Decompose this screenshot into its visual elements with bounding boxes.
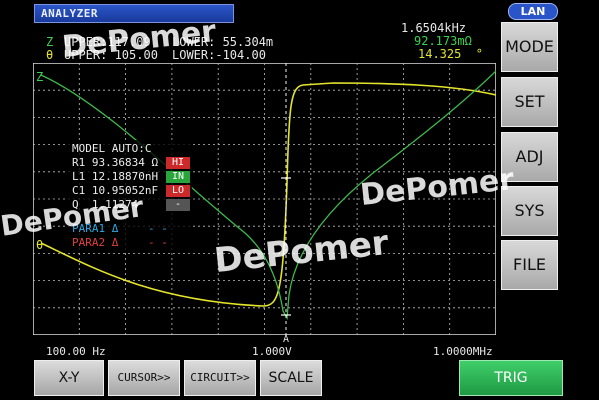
judge-badge-r1: HI (166, 157, 190, 169)
model-title: MODEL AUTO:C (72, 142, 152, 155)
judge-badge-q: - (166, 199, 190, 211)
z-lower-limit: LOWER: 55.304m (172, 35, 274, 49)
model-c1: C1 10.95052nF (72, 184, 159, 197)
adj-button[interactable]: ADJ (501, 132, 558, 182)
theta-axis-marker: θ (36, 238, 44, 252)
para2-label: PARA2 Δ (72, 236, 119, 249)
lan-indicator: LAN (508, 3, 558, 20)
judge-badge-l1: IN (166, 171, 190, 183)
z-upper-limit: UPPER:117.09 (64, 35, 151, 49)
model-r1: R1 93.36834 Ω (72, 156, 159, 169)
model-q: Q 1.11274 (72, 198, 139, 211)
file-button[interactable]: FILE (501, 240, 558, 290)
theta-lower-limit: LOWER:-104.00 (172, 48, 266, 62)
xy-button[interactable]: X-Y (34, 360, 104, 396)
cursor-marker-label: A (283, 334, 290, 345)
model-panel: MODEL AUTO:C R1 93.36834 Ω HI L1 12.1887… (68, 140, 192, 252)
cursor-button[interactable]: CURSOR>> (108, 360, 180, 396)
theta-axis-label: θ (46, 48, 54, 62)
cursor-frequency: 1.6504kHz (401, 21, 467, 35)
scale-button[interactable]: SCALE (260, 360, 322, 396)
para1-label: PARA1 Δ (72, 222, 119, 235)
theta-upper-limit: UPPER: 105.00 (64, 48, 158, 62)
x-axis-start: 100.00 Hz (46, 345, 106, 358)
sys-button[interactable]: SYS (501, 186, 558, 236)
x-axis-mid: 1.000V (252, 345, 292, 358)
trig-button[interactable]: TRIG (459, 360, 563, 396)
analyzer-screen: ANALYZER LAN Z θ UPPER:117.09 LOWER: 55.… (0, 0, 599, 400)
window-title-bar: ANALYZER (34, 4, 234, 23)
para2-value: - - (148, 236, 168, 249)
z-axis-marker: Z (36, 70, 44, 84)
set-button[interactable]: SET (501, 77, 558, 127)
judge-badge-c1: LO (166, 185, 190, 197)
para1-value: - - (148, 222, 168, 235)
z-axis-label: Z (46, 35, 54, 49)
window-title: ANALYZER (41, 7, 98, 20)
cursor-theta-value: 14.325 ° (418, 47, 484, 61)
cursor-z-value: 92.173mΩ (414, 34, 472, 48)
circuit-button[interactable]: CIRCUIT>> (184, 360, 256, 396)
x-axis-end: 1.0000MHz (433, 345, 493, 358)
mode-button[interactable]: MODE (501, 22, 558, 72)
model-l1: L1 12.18870nH (72, 170, 159, 183)
